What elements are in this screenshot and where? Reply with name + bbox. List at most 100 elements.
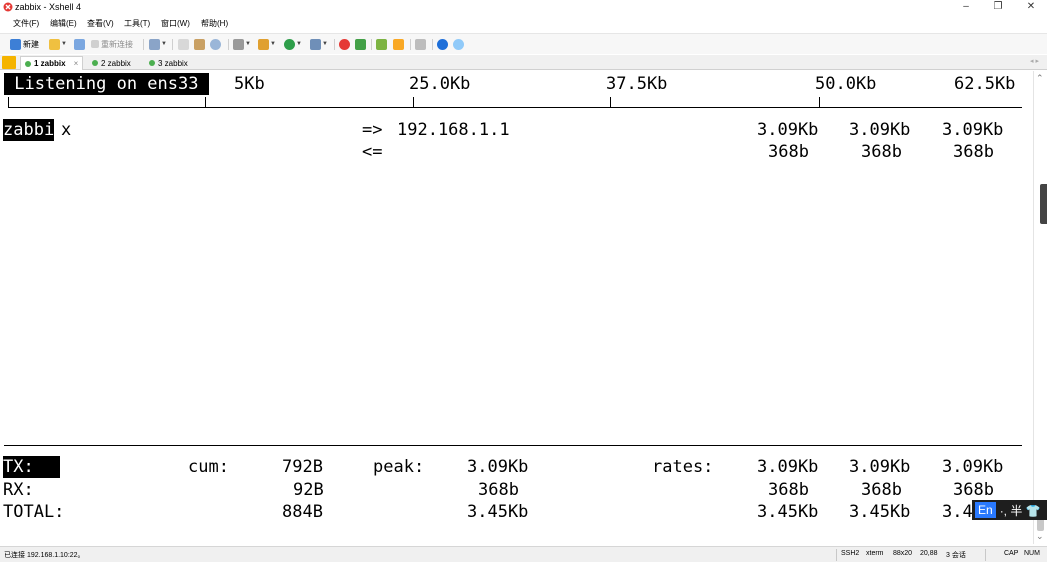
help-button[interactable] (437, 37, 448, 51)
link-icon (74, 38, 85, 50)
tab-2-zabbix[interactable]: 2 zabbix (88, 56, 135, 70)
total-peak: 3.45Kb (467, 502, 529, 522)
tab-label: 2 zabbix (101, 58, 131, 68)
total-label: TOTAL: (3, 502, 65, 522)
toolbar-divider (172, 39, 173, 50)
menu-bar: 文件(F) 编辑(E) 查看(V) 工具(T) 窗口(W) 帮助(H) (0, 16, 1047, 31)
chat-bubble-icon (453, 38, 464, 50)
menu-edit[interactable]: 编辑(E) (50, 18, 77, 29)
rx-cum: 92B (293, 480, 324, 500)
open-folder-button[interactable]: ▼ (49, 37, 67, 51)
reconnect-button[interactable] (74, 37, 85, 51)
host-name-highlight: zabbi (3, 119, 55, 141)
toolbar-divider (334, 39, 335, 50)
toolbar: 新建 ▼ 重新连接 ▼ ▼ ▼ ▼ ▼ (0, 33, 1047, 54)
tab-close-icon[interactable]: × (74, 59, 79, 68)
chat-button[interactable] (453, 37, 464, 51)
title-bar: zabbix - Xshell 4 – ❐ ✕ (0, 0, 1047, 15)
find-button[interactable] (210, 37, 221, 51)
peer-address: 192.168.1.1 (397, 120, 510, 140)
copy-icon (178, 38, 189, 50)
close-button[interactable]: ✕ (1016, 0, 1046, 15)
rate-10s: 3.09Kb (849, 120, 911, 140)
reconnect-text-button[interactable]: 重新连接 (91, 37, 133, 51)
paste-button[interactable] (194, 37, 205, 51)
status-bar: 已连接 192.168.1.10:22。 SSH2 xterm 88x20 20… (0, 546, 1047, 562)
tx-rate-2s: 3.09Kb (757, 457, 819, 477)
vertical-scrollbar[interactable]: ⌃ ⌄ (1033, 71, 1047, 544)
tx-label: TX: (3, 456, 60, 478)
minimize-button[interactable]: – (951, 0, 981, 15)
layout-button[interactable] (376, 37, 387, 51)
tab-scroll-arrows-icon[interactable]: ◂ ▸ (1030, 57, 1039, 65)
total-cum: 884B (282, 502, 323, 522)
connected-status-icon (149, 60, 155, 66)
total-rate-40s: 3.4 (942, 502, 973, 522)
cum-label: cum: (188, 457, 229, 477)
caps-lock-status: CAP (1004, 550, 1019, 557)
terminal-screen[interactable]: Listening on ens33 5Kb 25.0Kb 37.5Kb 50.… (0, 71, 1033, 544)
menu-tools[interactable]: 工具(T) (124, 18, 150, 29)
menu-view[interactable]: 查看(V) (87, 18, 114, 29)
properties-button[interactable]: ▼ (149, 37, 167, 51)
grid-icon (376, 38, 387, 50)
transfer-button[interactable]: ▼ (258, 37, 276, 51)
scale-label: 25.0Kb (409, 74, 471, 94)
rate-40s: 368b (953, 142, 994, 162)
tab-label: 1 zabbix (34, 59, 66, 68)
ime-mode-en[interactable]: En (975, 502, 996, 518)
help-icon (437, 38, 448, 50)
direction-out: => (362, 120, 383, 140)
ime-indicator[interactable]: En ·, 半 👕 (972, 500, 1047, 520)
rx-peak: 368b (478, 480, 519, 500)
session-count-status: 3 会话 (946, 552, 966, 559)
menu-help[interactable]: 帮助(H) (201, 18, 228, 29)
rates-label: rates: (652, 457, 714, 477)
cursor-position-status: 20,88 (920, 550, 938, 557)
chevron-down-icon: ▼ (61, 41, 67, 47)
new-session-icon (10, 38, 21, 50)
status-divider (836, 549, 837, 561)
xftp-button[interactable] (355, 37, 366, 51)
rate-2s: 368b (768, 142, 809, 162)
scale-label: 62.5Kb (954, 74, 1016, 94)
new-session-label: 新建 (23, 39, 39, 49)
script-button[interactable]: ▼ (310, 37, 328, 51)
scroll-down-icon[interactable]: ⌄ (1036, 531, 1044, 542)
rx-rate-10s: 368b (861, 480, 902, 500)
copy-button[interactable] (178, 37, 189, 51)
side-panel-handle[interactable] (1040, 184, 1047, 224)
tx-rate-40s: 3.09Kb (942, 457, 1004, 477)
keyboard-button[interactable] (415, 37, 426, 51)
tab-3-zabbix[interactable]: 3 zabbix (145, 56, 192, 70)
listening-banner: Listening on ens33 (4, 73, 209, 95)
rx-rate-40s: 368b (953, 480, 994, 500)
connected-status-icon (92, 60, 98, 66)
session-manager-pin-icon[interactable] (2, 56, 16, 69)
chevron-down-icon: ▼ (322, 41, 328, 47)
tx-peak: 3.09Kb (467, 457, 529, 477)
new-session-button[interactable]: 新建 (10, 37, 39, 51)
scale-label: 5Kb (234, 74, 265, 94)
xshell-button[interactable] (339, 37, 350, 51)
tab-1-zabbix[interactable]: 1 zabbix × (20, 56, 84, 70)
script-icon (310, 38, 321, 50)
menu-file[interactable]: 文件(F) (13, 18, 39, 29)
ime-options[interactable]: ·, 半 👕 (1000, 502, 1041, 519)
scale-tick (819, 97, 820, 108)
maximize-button[interactable]: ❐ (983, 0, 1013, 15)
print-button[interactable]: ▼ (233, 37, 251, 51)
reconnect-label: 重新连接 (101, 39, 133, 49)
host-name-rest: x (61, 120, 72, 140)
reconnect-icon (91, 40, 99, 48)
total-rate-2s: 3.45Kb (757, 502, 819, 522)
globe-button[interactable]: ▼ (284, 37, 302, 51)
toolbar-divider (371, 39, 372, 50)
bandwidth-scale-line (8, 107, 1022, 108)
print-icon (233, 38, 244, 50)
globe-icon (284, 38, 295, 50)
connection-status: 已连接 192.168.1.10:22。 (4, 552, 85, 559)
lock-button[interactable] (393, 37, 404, 51)
scroll-up-icon[interactable]: ⌃ (1036, 73, 1044, 84)
menu-window[interactable]: 窗口(W) (161, 18, 190, 29)
